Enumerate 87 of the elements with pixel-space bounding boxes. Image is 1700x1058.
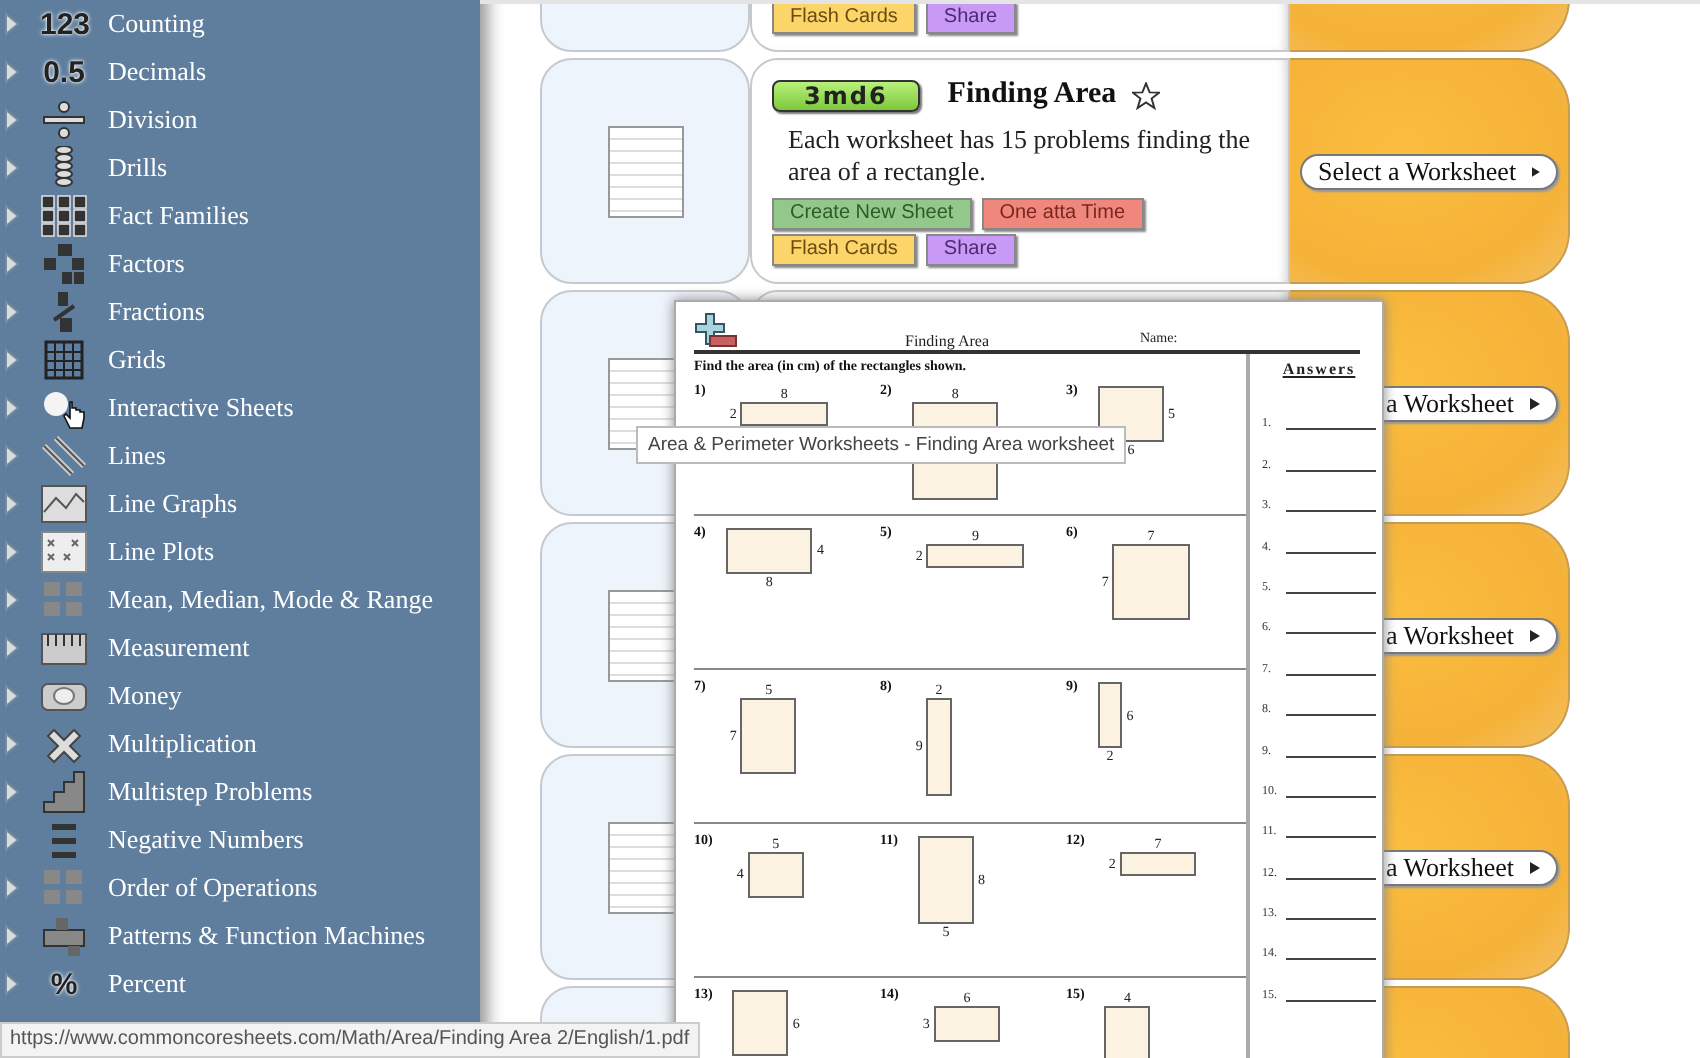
caret-icon — [1530, 861, 1540, 873]
circle-and-hand-cursor-icon — [40, 386, 88, 430]
sidebar-item[interactable]: Percent — [108, 968, 186, 1000]
expand-arrow-icon[interactable] — [4, 60, 20, 84]
rectangle-figure — [1119, 852, 1197, 877]
factor-tree-icon — [40, 242, 88, 286]
sidebar-item[interactable]: Mean, Median, Mode & Range — [108, 584, 433, 616]
sidebar-item[interactable]: Fact Families — [108, 200, 249, 232]
rectangle-figure — [740, 402, 828, 427]
sidebar-item[interactable]: Factors — [108, 248, 185, 280]
worksheet-title: Finding Area — [947, 78, 1117, 112]
rectangle-figure — [1112, 544, 1190, 621]
sidebar-item[interactable]: Interactive Sheets — [108, 392, 294, 424]
tooltip: Area & Perimeter Worksheets - Finding Area worksheet — [636, 426, 1127, 464]
expand-arrow-icon[interactable] — [4, 780, 20, 804]
create-button[interactable]: Create New Sheet — [772, 198, 972, 230]
sidebar-item[interactable]: Grids — [108, 344, 166, 376]
sidebar-item[interactable]: Multistep Problems — [108, 776, 313, 808]
expand-arrow-icon[interactable] — [4, 12, 20, 36]
sidebar-item[interactable]: Line Plots — [108, 536, 215, 568]
worksheet-thumbnail[interactable] — [607, 125, 683, 217]
answers-heading: Answers — [1280, 360, 1358, 378]
machine-icon — [40, 914, 88, 958]
select-worksheet-button[interactable]: Select a Worksheet — [1300, 153, 1558, 189]
expand-arrow-icon[interactable] — [4, 636, 20, 660]
share-button[interactable]: Share — [925, 234, 1016, 266]
rectangle-figure — [1097, 682, 1123, 749]
expand-arrow-icon[interactable] — [4, 156, 20, 180]
sidebar-item[interactable]: Line Graphs — [108, 488, 238, 520]
expand-arrow-icon[interactable] — [4, 300, 20, 324]
expand-arrow-icon[interactable] — [4, 588, 20, 612]
sidebar-item[interactable]: Fractions — [108, 296, 205, 328]
rectangle-figure — [933, 1006, 1001, 1042]
sidebar-item[interactable]: Division — [108, 104, 198, 136]
number-icon: 123 — [40, 7, 88, 41]
expand-arrow-icon[interactable] — [4, 348, 20, 372]
expand-arrow-icon[interactable] — [4, 876, 20, 900]
expand-arrow-icon[interactable] — [4, 684, 20, 708]
sidebar-item[interactable]: Negative Numbers — [108, 824, 304, 856]
sidebar-item[interactable]: Patterns & Function Machines — [108, 920, 426, 952]
expand-arrow-icon[interactable] — [4, 924, 20, 948]
line-graph-icon — [40, 482, 88, 526]
stairs-icon — [40, 770, 88, 814]
sidebar-item[interactable]: Counting — [108, 8, 205, 40]
grid-icon — [40, 338, 88, 382]
expand-arrow-icon[interactable] — [4, 732, 20, 756]
number-icon: 0.5 — [40, 55, 88, 89]
expand-arrow-icon[interactable] — [4, 204, 20, 228]
division-sign-icon — [40, 98, 88, 142]
rectangle-figure — [926, 544, 1025, 569]
sidebar-item[interactable]: Measurement — [108, 632, 250, 664]
sidebar-item[interactable]: Lines — [108, 440, 166, 472]
star-icon[interactable] — [1132, 81, 1161, 109]
expand-arrow-icon[interactable] — [4, 540, 20, 564]
expand-arrow-icon[interactable] — [4, 828, 20, 852]
caret-icon — [1532, 165, 1540, 177]
sidebar-item[interactable]: Multiplication — [108, 728, 257, 760]
expand-arrow-icon[interactable] — [4, 252, 20, 276]
flash-button[interactable]: Flash Cards — [772, 234, 916, 266]
expand-arrow-icon[interactable] — [4, 972, 20, 996]
expand-arrow-icon[interactable] — [4, 444, 20, 468]
sidebar-item[interactable]: Money — [108, 680, 182, 712]
share-button[interactable]: Share — [925, 4, 1016, 34]
plus-and-minus-icon — [694, 312, 738, 350]
worksheet-title: Finding Area — [903, 332, 991, 350]
rectangle-figure — [926, 698, 952, 796]
rectangle-figure — [732, 990, 789, 1057]
number-icon: % — [40, 967, 88, 1001]
rectangle-figure — [725, 528, 813, 574]
caret-icon — [1530, 397, 1540, 409]
rectangle-figure — [747, 852, 804, 898]
expand-arrow-icon[interactable] — [4, 396, 20, 420]
flash-button[interactable]: Flash Cards — [772, 4, 916, 34]
sidebar-item[interactable]: Decimals — [108, 56, 207, 88]
worksheet-description: Each worksheet has 15 problems finding the area of a rectangle. — [788, 124, 1253, 190]
sidebar-item[interactable]: Drills — [108, 152, 168, 184]
expand-arrow-icon[interactable] — [4, 492, 20, 516]
status-bar-url: https://www.commoncoresheets.com/Math/Area/Finding Area 2/English/1.pdf — [0, 1022, 700, 1058]
sidebar-item[interactable]: Order of Operations — [108, 872, 318, 904]
line-plot-icon — [40, 530, 88, 574]
rectangle-figure — [917, 836, 974, 924]
rectangle-figure — [740, 698, 797, 775]
standard-code-tag: 3md6 — [772, 79, 920, 111]
one-button[interactable]: One atta Time — [981, 198, 1144, 230]
expand-arrow-icon[interactable] — [4, 108, 20, 132]
caret-icon — [1530, 629, 1540, 641]
diagonal-lines-icon — [40, 434, 88, 478]
